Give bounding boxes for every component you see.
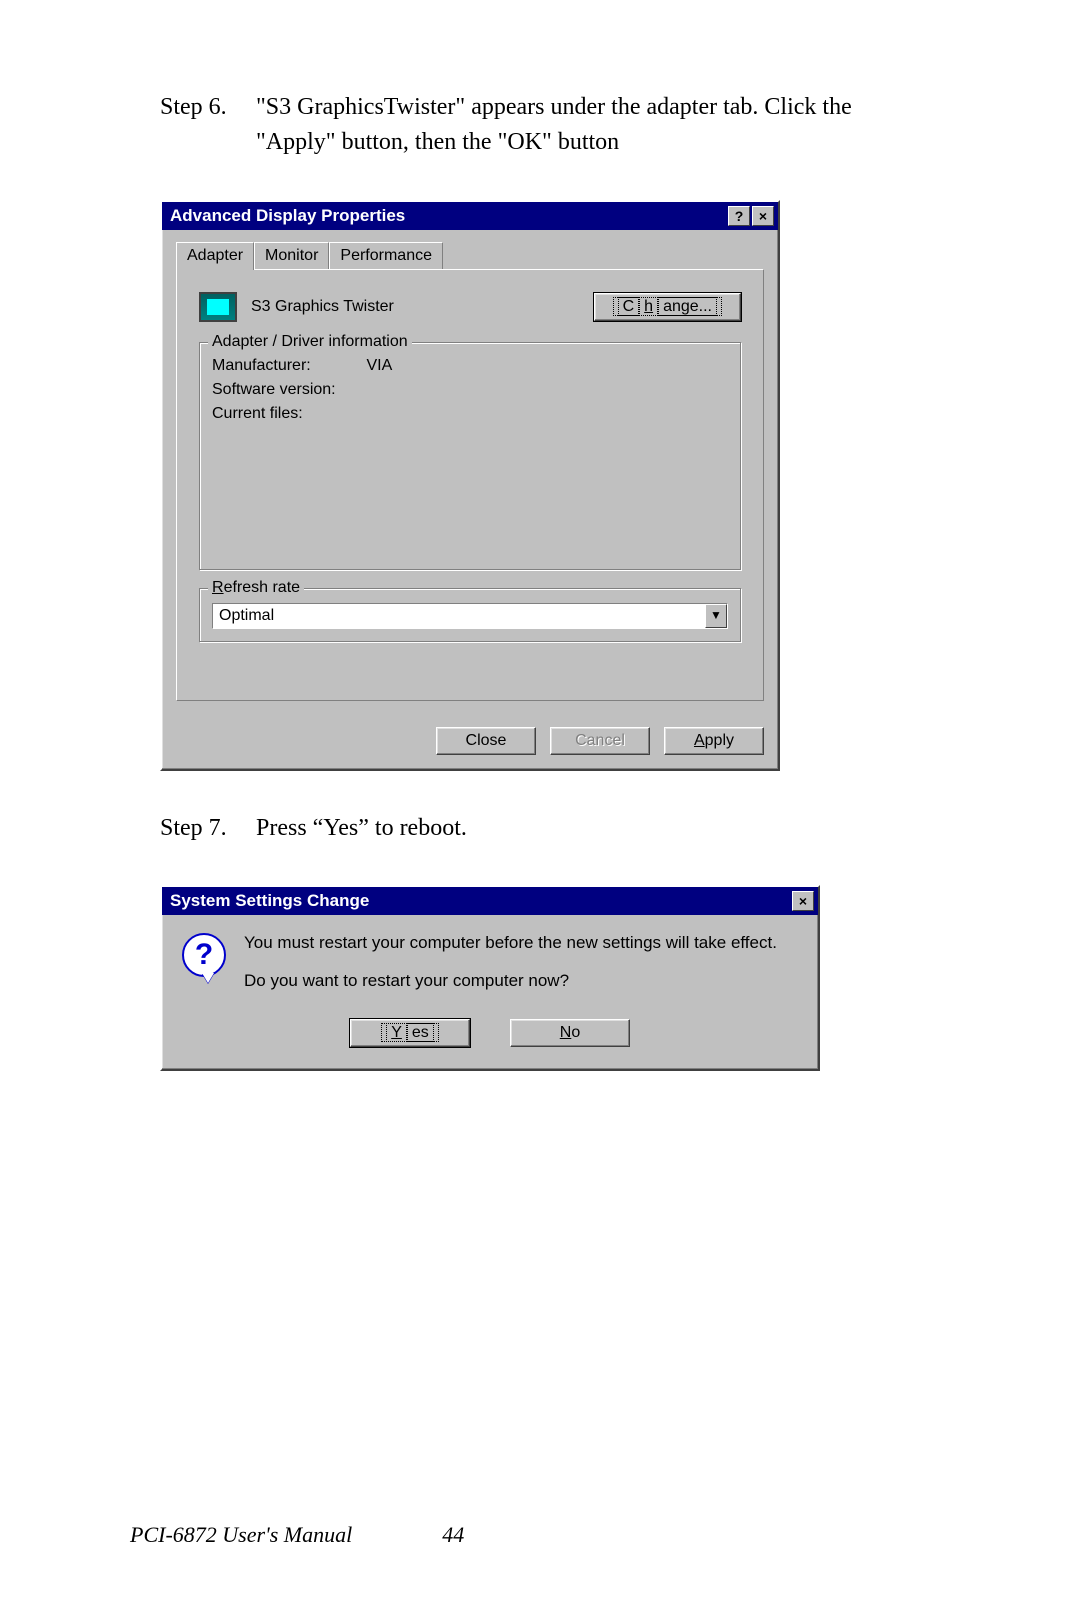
cancel-button: Cancel [550,727,650,755]
titlebar[interactable]: Advanced Display Properties ? × [162,202,778,230]
message-text: You must restart your computer before th… [244,933,777,1009]
refresh-rate-group: Refresh rate Optimal ▼ [199,588,741,642]
group1-title: Adapter / Driver information [208,333,412,351]
refresh-rate-value: Optimal [213,604,705,628]
advanced-display-properties-dialog: Advanced Display Properties ? × Adapter … [160,200,780,771]
footer-title: PCI-6872 User's Manual [130,1522,352,1548]
dialog-title: Advanced Display Properties [170,206,405,226]
footer-page: 44 [352,1522,950,1548]
help-icon[interactable]: ? [728,206,750,226]
step7-label: Step 7. [160,811,250,846]
chevron-down-icon[interactable]: ▼ [705,604,727,628]
message-line1: You must restart your computer before th… [244,933,777,953]
no-button[interactable]: No [510,1019,630,1047]
tab-strip: Adapter Monitor Performance [176,242,764,269]
step6-body: "S3 GraphicsTwister" appears under the a… [256,90,896,160]
question-icon: ? [182,933,226,977]
tab-panel-adapter: S3 Graphics Twister Change... Adapter / … [176,269,764,701]
group2-title: Refresh rate [208,579,304,597]
close-icon[interactable]: × [792,891,814,911]
close-icon[interactable]: × [752,206,774,226]
tab-performance[interactable]: Performance [329,242,443,269]
step7-text: Step 7. Press “Yes” to reboot. [160,811,950,846]
close-button[interactable]: Close [436,727,536,755]
display-icon [199,292,237,322]
step6-label: Step 6. [160,90,250,125]
software-version-label: Software version: [212,381,362,399]
tab-adapter[interactable]: Adapter [176,242,254,270]
manufacturer-label: Manufacturer: [212,357,362,375]
page-footer: PCI-6872 User's Manual 44 [130,1522,950,1548]
adapter-driver-info-group: Adapter / Driver information Manufacture… [199,342,741,570]
dialog-title: System Settings Change [170,891,369,911]
change-button[interactable]: Change... [594,293,741,321]
current-files-label: Current files: [212,405,362,423]
titlebar[interactable]: System Settings Change × [162,887,818,915]
adapter-name: S3 Graphics Twister [251,298,394,316]
manufacturer-value: VIA [366,357,392,374]
apply-button[interactable]: Apply [664,727,764,755]
step6-text: Step 6. "S3 GraphicsTwister" appears und… [160,90,950,160]
yes-button[interactable]: Yes [350,1019,470,1047]
system-settings-change-dialog: System Settings Change × ? You must rest… [160,885,820,1071]
refresh-rate-dropdown[interactable]: Optimal ▼ [212,603,728,629]
step7-body: Press “Yes” to reboot. [256,815,467,841]
message-line2: Do you want to restart your computer now… [244,971,777,991]
tab-monitor[interactable]: Monitor [254,242,329,269]
